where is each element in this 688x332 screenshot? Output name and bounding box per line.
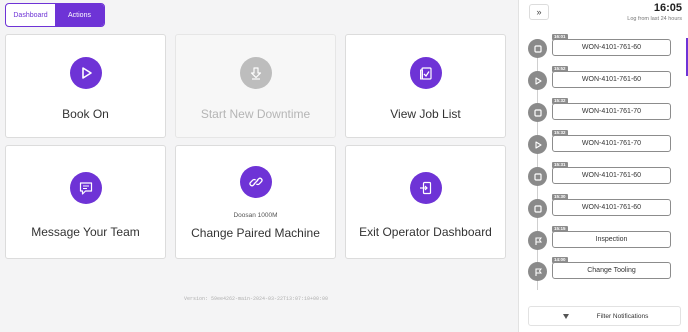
play-icon	[69, 57, 102, 89]
collapse-panel-button[interactable]: »	[529, 4, 549, 20]
filter-notifications-label: Filter Notifications	[596, 312, 649, 320]
log-range-note: Log from last 24 hours	[627, 16, 682, 22]
start-downtime-card: Start New Downtime	[175, 34, 336, 138]
double-chevron-right-icon: »	[536, 7, 542, 17]
current-time: 16:05	[653, 2, 682, 14]
activity-log-panel: » 16:05 Log from last 24 hours 16:01 WON…	[518, 0, 688, 332]
entry-label[interactable]: WON-4101-761-70	[552, 135, 671, 152]
tab-dashboard[interactable]: Dashboard	[6, 4, 55, 26]
timeline-entry: 15:32 WON-4101-761-70	[528, 130, 678, 156]
play-icon	[528, 135, 547, 154]
paired-machine-name: Doosan 1000M	[233, 212, 278, 219]
chat-icon	[69, 172, 102, 204]
flag-icon	[528, 262, 547, 281]
view-tabs: Dashboard Actions	[5, 3, 105, 27]
change-paired-machine-label: Change Paired Machine	[191, 226, 320, 240]
timeline-entry: 15:15 Inspection	[528, 226, 678, 252]
entry-label[interactable]: WON-4101-761-60	[552, 167, 671, 184]
timeline-entry: 15:31 WON-4101-761-60	[528, 162, 678, 188]
download-icon	[239, 57, 272, 89]
timeline-entry: 16:01 WON-4101-761-60	[528, 34, 678, 60]
entry-label[interactable]: Change Tooling	[552, 262, 671, 279]
exit-operator-dashboard-card[interactable]: Exit Operator Dashboard	[345, 145, 506, 259]
exit-operator-dashboard-label: Exit Operator Dashboard	[359, 225, 492, 239]
link-icon	[239, 166, 272, 198]
stop-icon	[528, 39, 547, 58]
entry-label[interactable]: WON-4101-761-70	[552, 103, 671, 120]
view-job-list-label: View Job List	[390, 107, 461, 121]
clipboard-check-icon	[409, 57, 442, 89]
entry-label[interactable]: Inspection	[552, 231, 671, 248]
book-on-card[interactable]: Book On	[5, 34, 166, 138]
operator-dashboard: Dashboard Actions Book On Start New Down…	[0, 0, 688, 332]
message-team-label: Message Your Team	[31, 225, 140, 239]
entry-label[interactable]: WON-4101-761-60	[552, 39, 671, 56]
change-paired-machine-card[interactable]: Doosan 1000M Change Paired Machine	[175, 145, 336, 259]
stop-icon	[528, 199, 547, 218]
entry-label[interactable]: WON-4101-761-60	[552, 71, 671, 88]
tab-actions[interactable]: Actions	[55, 4, 104, 26]
exit-icon	[409, 172, 442, 204]
version-string: Version: 59ee4262-main-2024-03-22T13:07:…	[183, 296, 329, 302]
timeline-entry: 15:32 WON-4101-761-70	[528, 98, 678, 124]
message-team-card[interactable]: Message Your Team	[5, 145, 166, 259]
stop-icon	[528, 103, 547, 122]
play-icon	[528, 71, 547, 90]
filter-notifications-button[interactable]: Filter Notifications	[528, 306, 681, 326]
timeline-entry: 15:30 WON-4101-761-60	[528, 194, 678, 220]
stop-icon	[528, 167, 547, 186]
view-job-list-card[interactable]: View Job List	[345, 34, 506, 138]
book-on-label: Book On	[62, 107, 109, 121]
start-downtime-label: Start New Downtime	[200, 107, 311, 121]
timeline-entry: 14:00 Change Tooling	[528, 257, 678, 283]
timeline-entry: 15:52 WON-4101-761-60	[528, 66, 678, 92]
entry-label[interactable]: WON-4101-761-60	[552, 199, 671, 216]
flag-icon	[528, 231, 547, 250]
